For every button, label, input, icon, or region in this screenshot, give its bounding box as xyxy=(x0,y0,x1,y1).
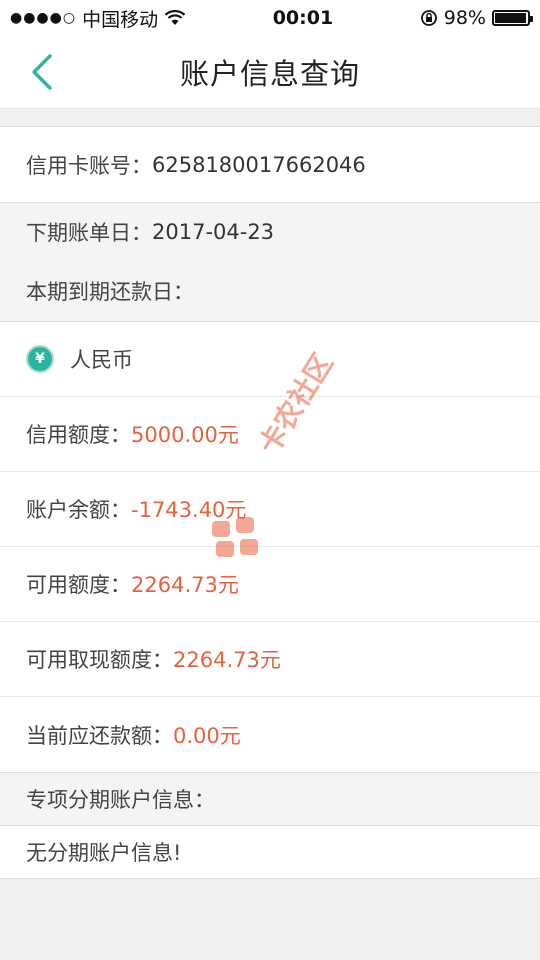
account-balance-row: 账户余额： -1743.40元 xyxy=(0,472,540,547)
battery-icon xyxy=(491,10,533,26)
status-bar: ●●●●○ 中国移动 00:01 98% xyxy=(0,0,540,36)
credit-limit-row: 信用额度： 5000.00元 xyxy=(0,397,540,472)
amount-due-label: 当前应还款额： xyxy=(26,723,173,748)
page-title: 账户信息查询 xyxy=(179,57,360,91)
installment-header-row: 专项分期账户信息： xyxy=(0,773,540,825)
card-number-label: 信用卡账号： xyxy=(26,153,152,178)
credit-limit-value: 5000.00元 xyxy=(131,423,239,447)
available-credit-label: 可用额度： xyxy=(26,573,131,597)
credit-limit-label: 信用额度： xyxy=(26,423,131,447)
card-number-value: 6258180017662046 xyxy=(152,152,366,177)
cash-advance-value: 2264.73元 xyxy=(173,648,281,672)
card-number-section: 信用卡账号： 6258180017662046 xyxy=(0,126,540,203)
billing-dates-section: 下期账单日： 2017-04-23 本期到期还款日： xyxy=(0,203,540,322)
yuan-icon: ¥ xyxy=(26,345,54,373)
available-credit-row: 可用额度： 2264.73元 xyxy=(0,547,540,622)
signal-icon: ●●●●○ xyxy=(10,10,77,26)
available-credit-value: 2264.73元 xyxy=(131,573,239,597)
cash-advance-row: 可用取现额度： 2264.73元 xyxy=(0,622,540,697)
carrier-name: 中国移动 xyxy=(82,8,159,31)
installment-section: 无分期账户信息! xyxy=(0,826,540,879)
orientation-lock-icon xyxy=(420,10,437,26)
cash-advance-label: 可用取现额度： xyxy=(26,648,173,672)
back-chevron-icon[interactable] xyxy=(26,52,60,92)
amount-due-value: 0.00元 xyxy=(173,723,241,748)
account-balance-value: -1743.40元 xyxy=(131,498,247,522)
statement-date-row: 下期账单日： 2017-04-23 xyxy=(0,203,540,261)
statement-date-label: 下期账单日： xyxy=(26,221,152,245)
card-number-row: 信用卡账号： 6258180017662046 xyxy=(0,127,540,202)
due-date-label: 本期到期还款日： xyxy=(26,280,194,304)
installment-header-section: 专项分期账户信息： xyxy=(0,773,540,826)
installment-message: 无分期账户信息! xyxy=(26,841,182,865)
account-balance-label: 账户余额： xyxy=(26,498,131,522)
wifi-icon xyxy=(164,10,186,25)
nav-bar: 账户信息查询 xyxy=(0,36,540,109)
battery-level xyxy=(494,13,527,23)
due-date-row: 本期到期还款日： xyxy=(0,261,540,321)
rmb-section: ¥ 人民币 信用额度： 5000.00元 账户余额： -1743.40元 可用额… xyxy=(0,322,540,773)
installment-header: 专项分期账户信息： xyxy=(26,788,215,812)
installment-message-row: 无分期账户信息! xyxy=(0,826,540,878)
status-time: 00:01 xyxy=(272,7,334,29)
battery-percent: 98% xyxy=(443,7,486,29)
statement-date-value: 2017-04-23 xyxy=(152,220,275,244)
currency-label: 人民币 xyxy=(70,348,133,372)
currency-row: ¥ 人民币 xyxy=(0,322,540,397)
amount-due-row: 当前应还款额： 0.00元 xyxy=(0,697,540,772)
